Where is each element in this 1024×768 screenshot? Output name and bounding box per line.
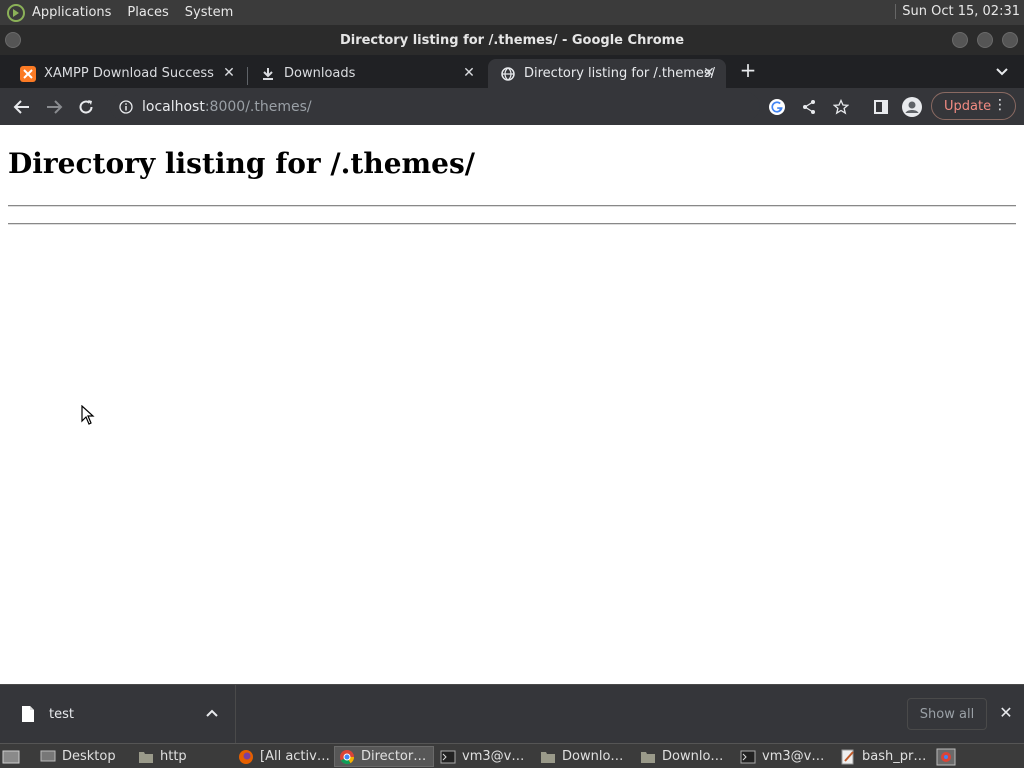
workspace-switcher-icon[interactable] — [936, 746, 960, 767]
mate-logo-icon[interactable] — [6, 3, 26, 23]
taskbar-item-text-editor[interactable]: bash_pr… — [836, 746, 932, 767]
mouse-pointer-icon — [81, 404, 95, 425]
download-shelf: test Show all ✕ — [0, 684, 1024, 743]
kebab-menu-icon[interactable]: ⋮ — [993, 98, 1007, 112]
taskbar-item-desktop[interactable]: Desktop — [36, 746, 132, 767]
taskbar-label: Downlo… — [562, 749, 624, 764]
taskbar-label: Desktop — [62, 749, 116, 764]
forward-arrow-icon[interactable] — [43, 96, 65, 118]
new-tab-button[interactable]: + — [737, 59, 759, 81]
show-desktop-icon[interactable] — [2, 746, 26, 767]
chevron-up-icon[interactable] — [204, 706, 220, 722]
terminal-icon — [440, 749, 456, 765]
download-item[interactable]: test — [0, 685, 236, 743]
file-icon — [22, 706, 34, 722]
clock[interactable]: Sun Oct 15, 02:31 — [895, 4, 1020, 19]
taskbar-label: Downlo… — [662, 749, 724, 764]
taskbar-label: http — [160, 749, 187, 764]
xampp-icon — [20, 65, 36, 82]
taskbar-label: Director… — [361, 749, 427, 764]
folder-icon — [540, 749, 556, 765]
profile-avatar-icon[interactable] — [901, 96, 923, 118]
chrome-icon — [339, 749, 355, 765]
tab-downloads[interactable]: Downloads ✕ — [248, 59, 486, 88]
url-path: :8000/.themes/ — [204, 98, 312, 115]
tab-strip: XAMPP Download Success ✕ Downloads ✕ Dir… — [0, 55, 1024, 88]
divider — [8, 205, 1016, 207]
taskbar-item-terminal[interactable]: vm3@v… — [436, 746, 532, 767]
taskbar-item-chrome[interactable]: Director… — [334, 746, 434, 767]
close-tab-icon[interactable]: ✕ — [702, 66, 716, 80]
tab-xampp[interactable]: XAMPP Download Success ✕ — [8, 59, 246, 88]
firefox-icon — [238, 749, 254, 765]
menu-system[interactable]: System — [185, 5, 233, 20]
menu-applications[interactable]: Applications — [32, 5, 111, 20]
update-label: Update — [944, 98, 992, 114]
window-title: Directory listing for /.themes/ - Google… — [339, 32, 685, 48]
reload-icon[interactable] — [75, 96, 97, 118]
window-titlebar[interactable]: Directory listing for /.themes/ - Google… — [0, 25, 1024, 55]
tab-title: XAMPP Download Success — [44, 66, 214, 81]
taskbar-label: [All activ… — [260, 749, 330, 764]
google-lens-icon[interactable] — [766, 96, 788, 118]
globe-icon — [500, 66, 516, 82]
page-content: Directory listing for /.themes/ — [0, 125, 1024, 684]
address-bar[interactable]: localhost:8000/.themes/ — [110, 92, 760, 121]
terminal-icon — [740, 749, 756, 765]
tab-title: Directory listing for /.themes/ — [524, 66, 716, 81]
url-host: localhost — [142, 98, 205, 115]
minimize-button[interactable] — [952, 32, 968, 48]
close-icon[interactable]: ✕ — [998, 705, 1014, 721]
download-file-name: test — [49, 706, 74, 722]
taskbar-item-http[interactable]: http — [134, 746, 230, 767]
bottom-taskbar: Desktop http [All activ… Director… vm3@v… — [0, 743, 1024, 768]
bookmark-star-icon[interactable] — [830, 96, 852, 118]
desktop-icon — [40, 749, 56, 765]
show-all-button[interactable]: Show all — [907, 698, 987, 730]
folder-icon — [640, 749, 656, 765]
folder-icon — [138, 749, 154, 765]
tab-search-chevron-icon[interactable] — [994, 63, 1010, 79]
tab-directory-listing[interactable]: Directory listing for /.themes/ ✕ — [488, 59, 726, 88]
browser-toolbar: localhost:8000/.themes/ Update ⋮ — [0, 88, 1024, 125]
page-heading: Directory listing for /.themes/ — [8, 147, 475, 180]
taskbar-label: bash_pr… — [862, 749, 927, 764]
tab-title: Downloads — [284, 66, 356, 81]
taskbar-item-terminal[interactable]: vm3@v… — [736, 746, 832, 767]
divider — [8, 223, 1016, 225]
close-tab-icon[interactable]: ✕ — [222, 66, 236, 80]
taskbar-item-firefox[interactable]: [All activ… — [234, 746, 332, 767]
close-window-button[interactable] — [1002, 32, 1018, 48]
top-panel: Applications Places System Sun Oct 15, 0… — [0, 0, 1024, 25]
taskbar-label: vm3@v… — [462, 749, 525, 764]
download-icon — [260, 66, 276, 82]
update-button[interactable]: Update ⋮ — [931, 92, 1016, 120]
taskbar-item-downloads[interactable]: Downlo… — [636, 746, 734, 767]
share-icon[interactable] — [798, 96, 820, 118]
window-menu-button[interactable] — [5, 32, 21, 48]
back-arrow-icon[interactable] — [11, 96, 33, 118]
taskbar-label: vm3@v… — [762, 749, 825, 764]
side-panel-icon[interactable] — [870, 96, 892, 118]
text-editor-icon — [840, 749, 856, 765]
close-tab-icon[interactable]: ✕ — [462, 66, 476, 80]
taskbar-item-downloads[interactable]: Downlo… — [536, 746, 634, 767]
maximize-button[interactable] — [977, 32, 993, 48]
site-info-icon[interactable] — [118, 99, 134, 115]
menu-places[interactable]: Places — [127, 5, 168, 20]
